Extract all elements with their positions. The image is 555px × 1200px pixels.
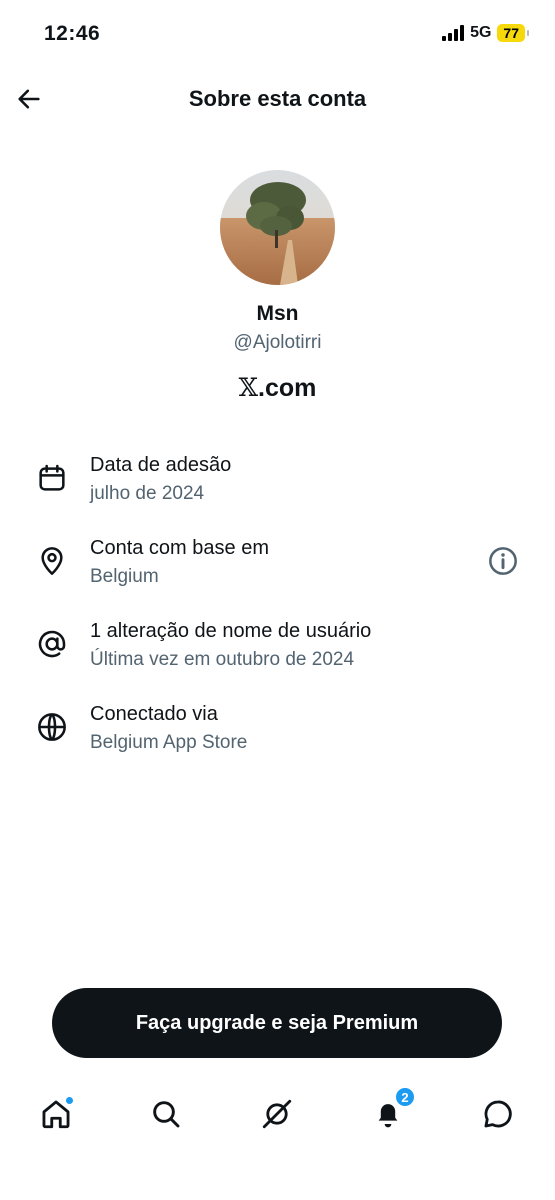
info-row-username-changes: 1 alteração de nome de usuário Última ve… (0, 614, 555, 697)
header: Sobre esta conta (0, 74, 555, 124)
info-subtitle: Última vez em outubro de 2024 (90, 649, 355, 670)
signal-icon (442, 25, 465, 41)
info-title: Data de adesão (90, 454, 232, 476)
tab-search[interactable] (146, 1094, 186, 1134)
bottom-tab-bar: 2 (0, 1080, 555, 1154)
upgrade-premium-button[interactable]: Faça upgrade e seja Premium (52, 988, 502, 1058)
status-time: 12:46 (44, 22, 101, 45)
messages-icon (484, 1100, 512, 1128)
info-row-location: Conta com base em Belgium (0, 531, 555, 614)
x-logo-icon: 𝕏 (238, 373, 259, 402)
info-subtitle: Belgium App Store (90, 732, 248, 753)
info-title: 1 alteração de nome de usuário (90, 620, 372, 642)
profile-website[interactable]: 𝕏.com (0, 373, 555, 403)
search-icon (153, 1101, 180, 1128)
info-subtitle: Belgium (90, 566, 159, 587)
network-type: 5G (470, 24, 492, 41)
tab-notifications[interactable]: 2 (368, 1086, 416, 1134)
location-pin-icon (41, 547, 63, 575)
info-row-connected-via: Conectado via Belgium App Store (0, 697, 555, 780)
status-bar: 12:46 5G 77 (0, 0, 555, 66)
at-sign-icon (38, 630, 66, 658)
info-subtitle: julho de 2024 (90, 483, 205, 504)
notification-count-badge: 2 (394, 1086, 416, 1108)
tab-grok[interactable] (257, 1094, 297, 1134)
home-notification-dot (65, 1096, 74, 1105)
tab-messages[interactable] (478, 1094, 518, 1134)
status-indicators: 5G 77 (442, 24, 529, 42)
info-circle-icon[interactable] (487, 545, 519, 577)
info-title: Conta com base em (90, 537, 269, 559)
info-row-joined: Data de adesão julho de 2024 (0, 448, 555, 531)
globe-icon (38, 713, 66, 741)
battery-indicator: 77 (497, 24, 529, 42)
grok-icon (262, 1099, 292, 1129)
website-suffix: .com (258, 374, 317, 402)
avatar (220, 170, 335, 285)
page-title: Sobre esta conta (188, 86, 367, 111)
account-info-list: Data de adesão julho de 2024 Conta com b… (0, 448, 555, 780)
profile-name: Msn (256, 302, 299, 325)
tab-home[interactable] (36, 1094, 76, 1134)
calendar-icon (39, 464, 65, 491)
profile-handle: @Ajolotirri (233, 332, 322, 353)
info-title: Conectado via (90, 703, 218, 725)
